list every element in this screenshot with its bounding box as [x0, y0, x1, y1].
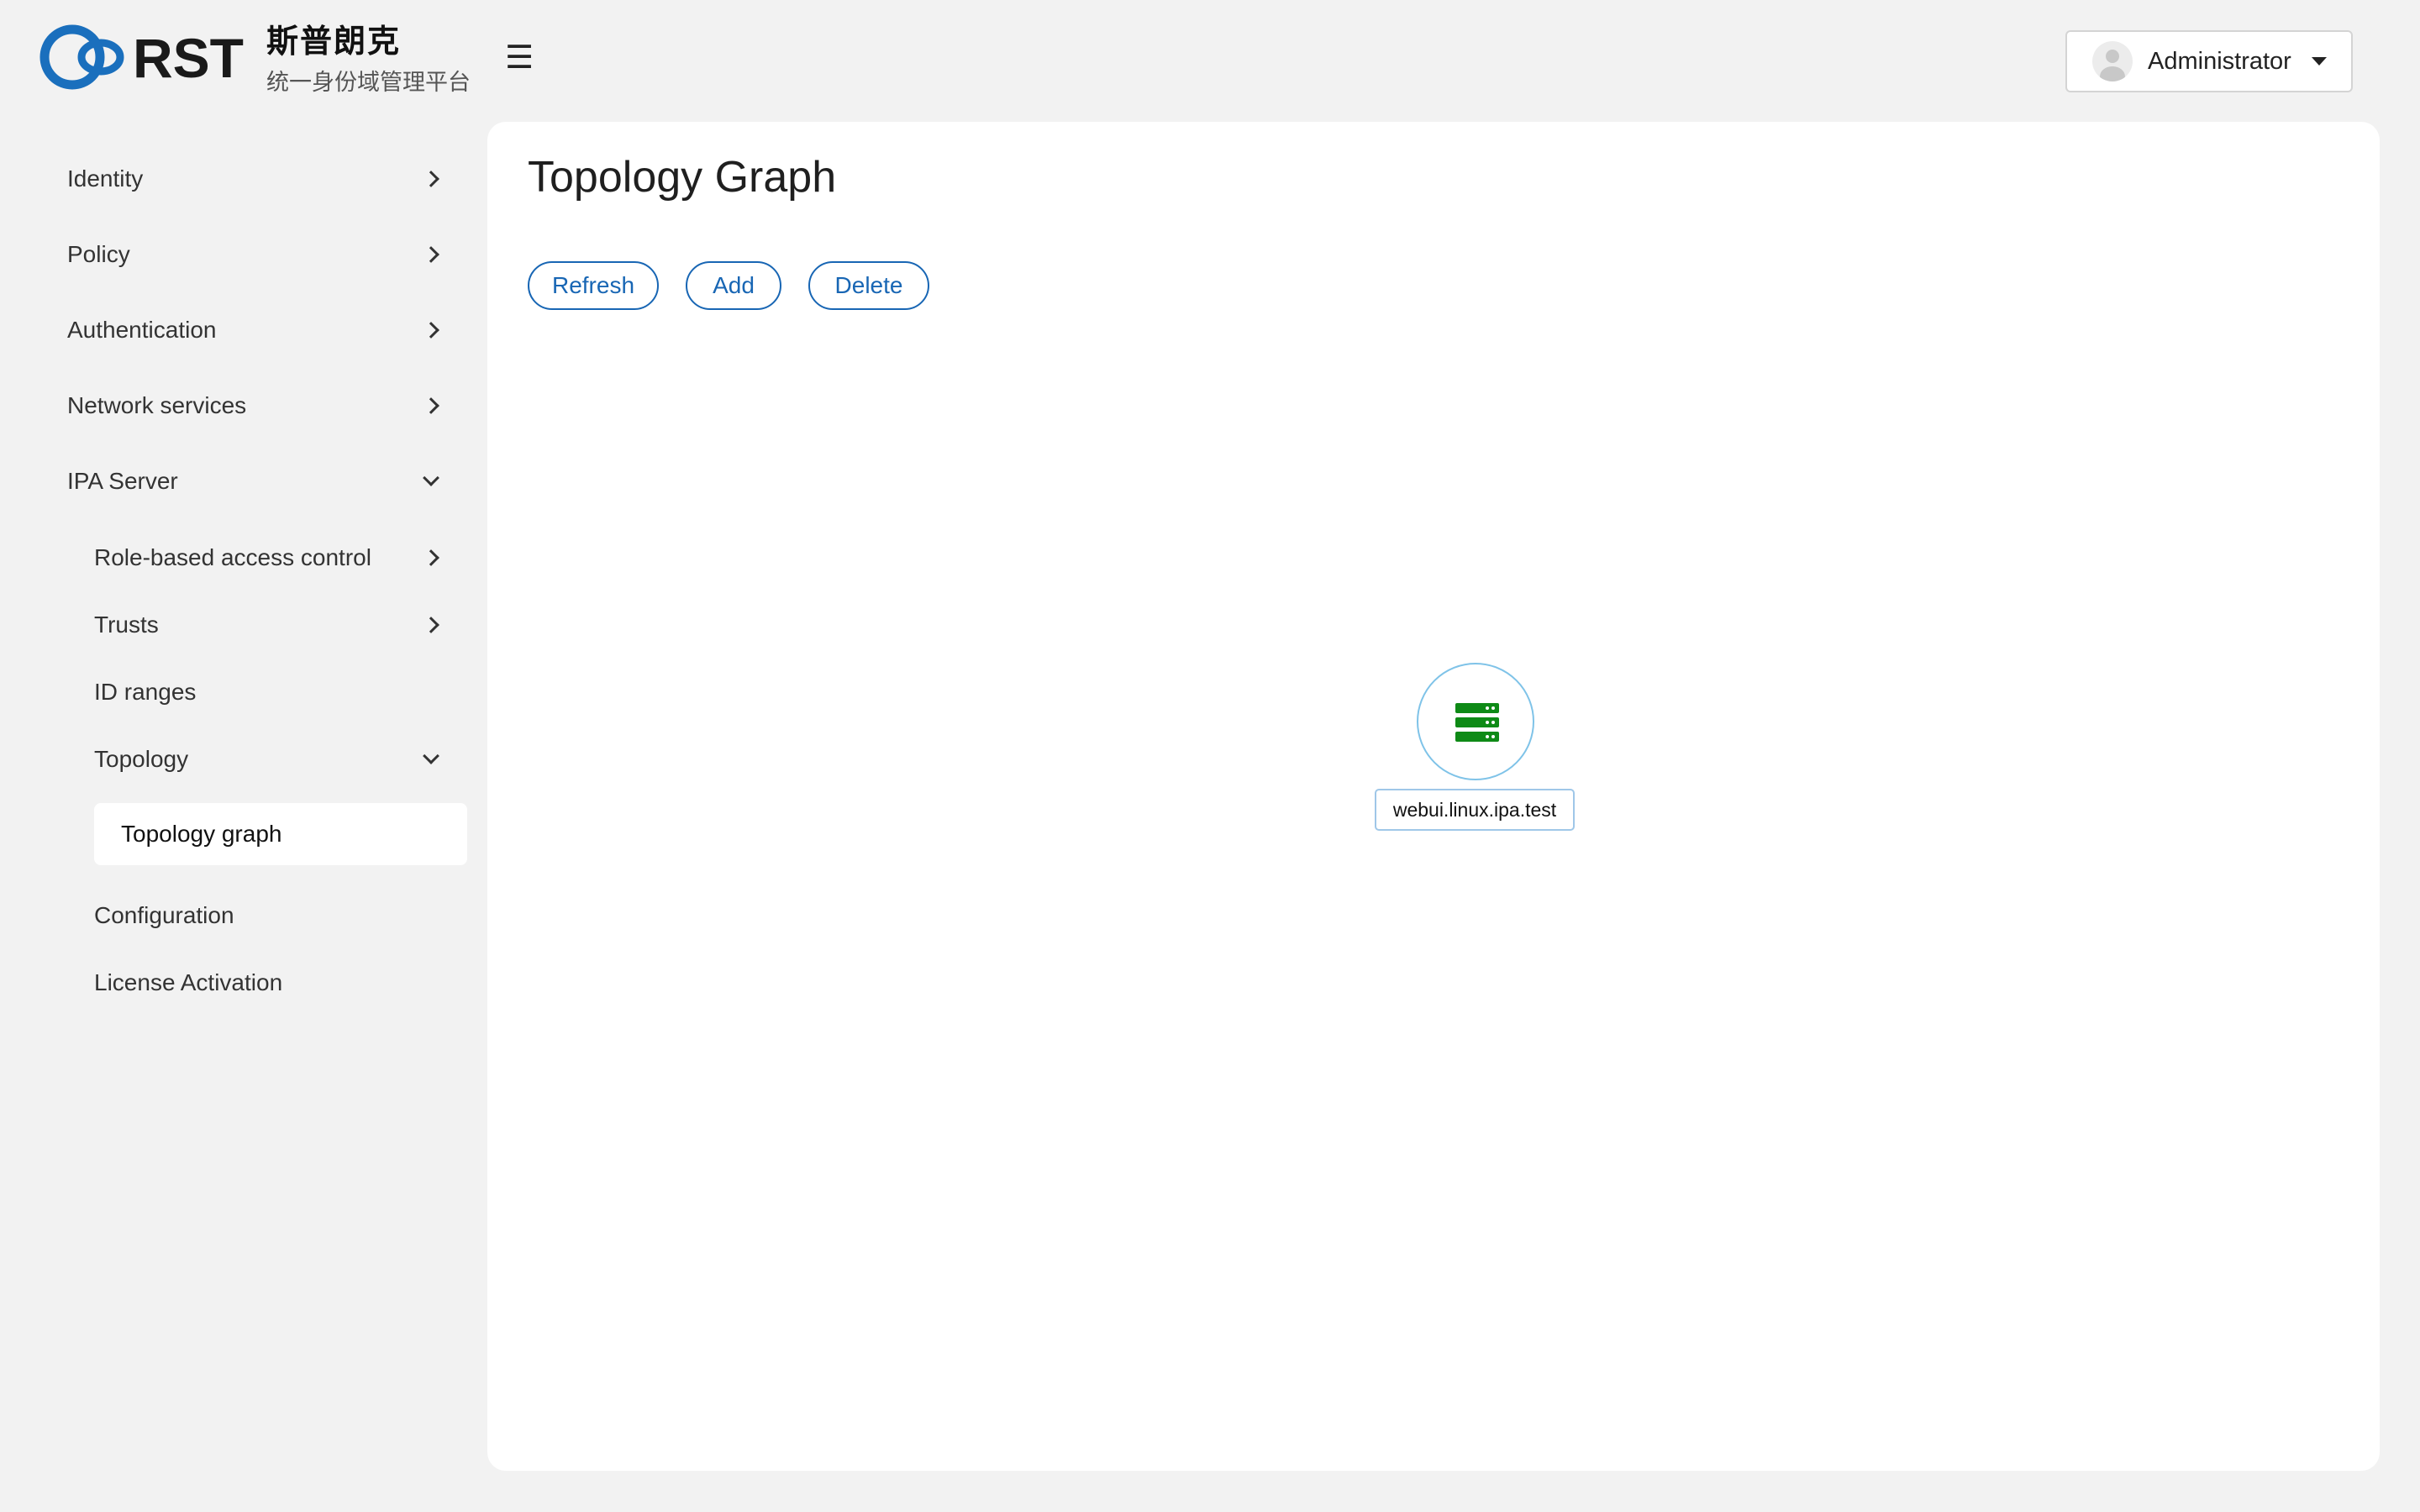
rst-logo: RST	[39, 24, 244, 90]
chevron-down-icon	[423, 470, 439, 486]
sidebar-item-label: Trusts	[94, 612, 159, 638]
sidebar-item-topology-graph[interactable]: Topology graph	[94, 803, 467, 865]
chevron-right-icon	[423, 246, 439, 263]
topology-node[interactable]	[1417, 663, 1534, 780]
sidebar-item-label: Topology graph	[121, 821, 282, 847]
sidebar-item-label: Network services	[67, 392, 247, 418]
sidebar-item-label: Topology	[94, 746, 189, 772]
sidebar-item-identity[interactable]: Identity	[67, 155, 444, 202]
sidebar-item-policy[interactable]: Policy	[67, 231, 444, 278]
sidebar-item-topology[interactable]: Topology	[94, 736, 444, 783]
sidebar-item-label: Policy	[67, 241, 130, 267]
page-title: Topology Graph	[528, 153, 837, 202]
sidebar-item-id-ranges[interactable]: ID ranges	[94, 669, 444, 716]
sidebar-item-role-based-access-control[interactable]: Role-based access control	[94, 534, 444, 581]
top-header: RST 斯普朗克 统一身份域管理平台 ☰ Administrator	[0, 0, 2420, 122]
server-icon	[1455, 703, 1499, 742]
refresh-button[interactable]: Refresh	[528, 261, 659, 310]
user-menu-dropdown[interactable]: Administrator	[2065, 30, 2353, 92]
sidebar-item-ipa-server[interactable]: IPA Server	[67, 458, 444, 505]
sidebar-item-label: License Activation	[94, 969, 283, 995]
delete-button[interactable]: Delete	[808, 261, 929, 310]
svg-text:RST: RST	[133, 27, 244, 89]
brand-subtitle: 统一身份域管理平台	[266, 70, 471, 95]
chevron-right-icon	[423, 397, 439, 414]
sidebar-item-label: Role-based access control	[94, 544, 371, 570]
user-name: Administrator	[2148, 47, 2291, 75]
main-panel: Topology Graph Refresh Add Delete webui.…	[487, 122, 2380, 1471]
sidebar-item-license-activation[interactable]: License Activation	[94, 959, 444, 1006]
brand-block: 斯普朗克 统一身份域管理平台	[266, 22, 471, 99]
chevron-right-icon	[423, 549, 439, 566]
sidebar-item-configuration[interactable]: Configuration	[94, 892, 444, 939]
sidebar-item-authentication[interactable]: Authentication	[67, 307, 444, 354]
sidebar-item-label: Identity	[67, 165, 144, 192]
hamburger-menu-icon[interactable]: ☰	[504, 40, 534, 76]
sidebar-item-label: ID ranges	[94, 679, 197, 705]
caret-down-icon	[2311, 57, 2327, 66]
chevron-right-icon	[423, 171, 439, 187]
chevron-down-icon	[423, 748, 439, 764]
add-button[interactable]: Add	[686, 261, 781, 310]
sidebar-item-trusts[interactable]: Trusts	[94, 601, 444, 648]
sidebar-item-label: IPA Server	[67, 468, 178, 494]
sidebar-nav: Identity Policy Authentication Network s…	[0, 122, 487, 1512]
sidebar-item-label: Authentication	[67, 317, 217, 343]
chevron-right-icon	[423, 617, 439, 633]
chevron-right-icon	[423, 322, 439, 339]
sidebar-item-label: Configuration	[94, 902, 234, 928]
brand-title: 斯普朗克	[266, 24, 402, 60]
topology-graph-canvas[interactable]: webui.linux.ipa.test	[528, 340, 2343, 1432]
topology-node-label[interactable]: webui.linux.ipa.test	[1375, 789, 1575, 831]
user-avatar-icon	[2100, 50, 2125, 81]
avatar	[2092, 41, 2133, 81]
sidebar-item-network-services[interactable]: Network services	[67, 382, 444, 429]
